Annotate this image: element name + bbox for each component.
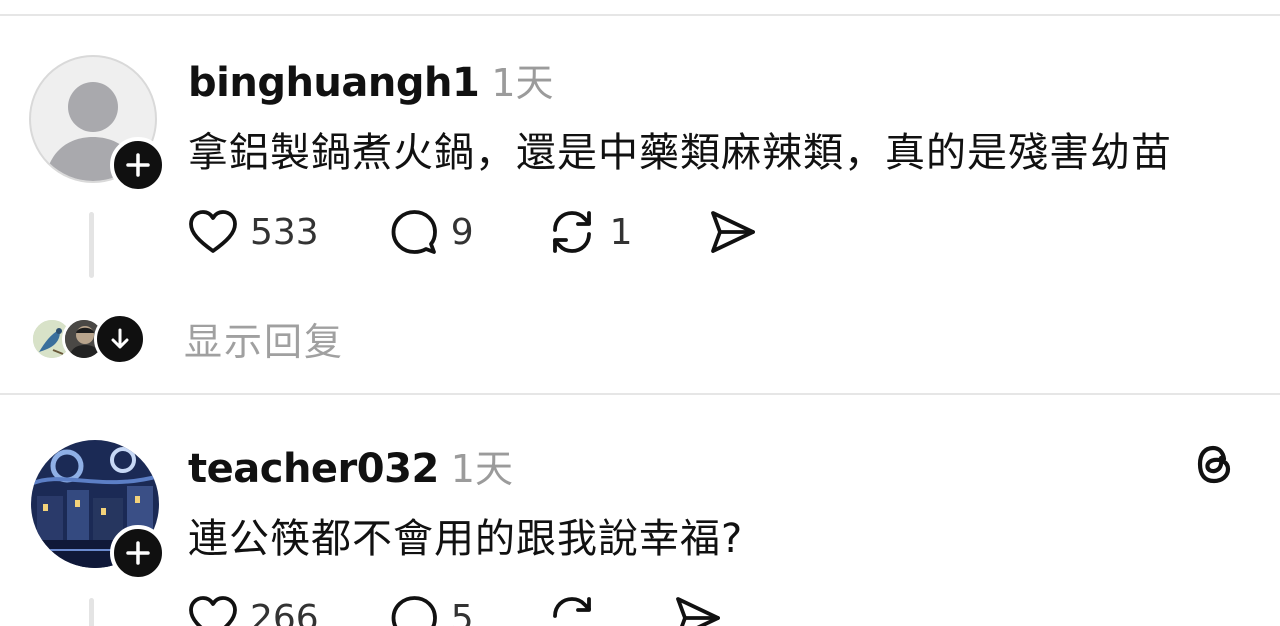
plus-icon — [126, 153, 150, 177]
heart-icon — [189, 210, 237, 253]
expand-replies-icon-wrap — [94, 312, 146, 365]
show-replies-link[interactable]: 显示回复 — [184, 311, 344, 366]
comment-button[interactable]: 5 — [389, 593, 474, 626]
username[interactable]: teacher032 — [188, 446, 439, 492]
comment-button[interactable]: 9 — [389, 207, 474, 257]
like-button[interactable]: 533 — [188, 209, 319, 255]
username[interactable]: binghuangh1 — [188, 60, 480, 106]
action-bar: 533 9 1 — [188, 206, 757, 258]
share-button[interactable] — [672, 593, 722, 626]
timestamp: 1天 — [491, 61, 554, 105]
plus-icon — [126, 541, 150, 565]
threads-logo-icon — [1197, 445, 1231, 484]
top-divider — [0, 14, 1280, 16]
like-button[interactable]: 266 — [188, 595, 319, 626]
repost-count: 1 — [609, 211, 633, 253]
share-icon — [710, 211, 755, 253]
threads-logo-icon[interactable] — [1190, 438, 1238, 494]
post-header: binghuangh1 1天 — [188, 52, 554, 107]
thread-line — [89, 212, 94, 278]
comment-icon — [391, 210, 437, 254]
action-bar: 266 5 — [188, 592, 722, 626]
comment-count: 9 — [450, 211, 474, 253]
follow-button[interactable] — [110, 137, 166, 193]
timestamp: 1天 — [450, 447, 513, 491]
post-divider — [0, 393, 1280, 395]
post-text: 連公筷都不會用的跟我說幸福? — [188, 516, 744, 562]
replies-preview[interactable]: 显示回复 — [30, 311, 344, 366]
heart-icon — [189, 596, 237, 626]
share-icon — [675, 597, 720, 626]
post-header: teacher032 1天 — [188, 438, 513, 493]
comment-icon — [391, 596, 437, 626]
repost-icon — [552, 597, 591, 618]
repost-icon — [552, 211, 591, 253]
like-count: 533 — [250, 211, 319, 253]
comment-count: 5 — [450, 597, 474, 626]
follow-button[interactable] — [110, 525, 166, 581]
repost-button[interactable]: 1 — [546, 206, 633, 258]
thread-line — [89, 598, 94, 626]
arrow-down-icon — [111, 328, 129, 348]
repost-button[interactable] — [546, 592, 598, 626]
share-button[interactable] — [707, 207, 757, 257]
post-text: 拿鋁製鍋煮火鍋，還是中藥類麻辣類，真的是殘害幼苗 — [188, 130, 1172, 176]
like-count: 266 — [250, 597, 319, 626]
